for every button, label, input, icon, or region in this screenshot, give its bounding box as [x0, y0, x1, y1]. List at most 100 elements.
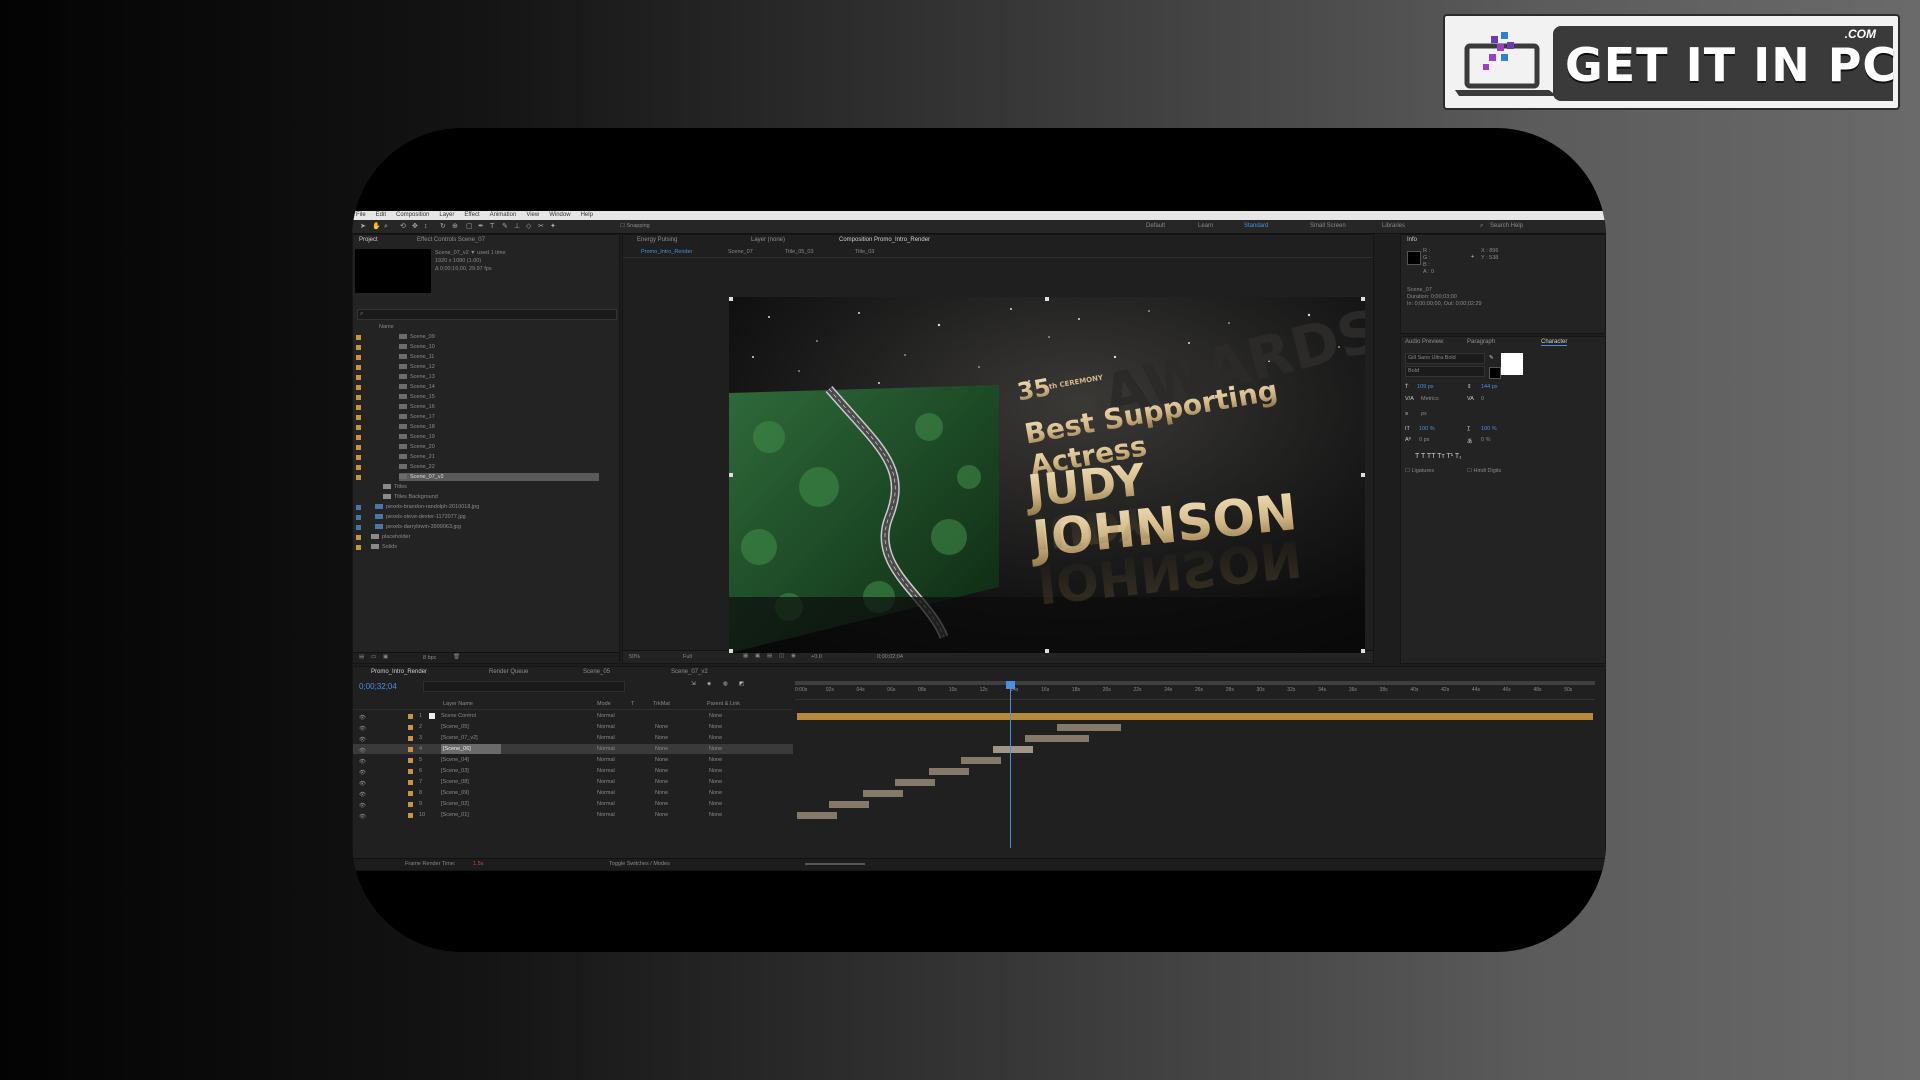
roto-tool-icon[interactable]: ✂	[538, 223, 545, 230]
label-color-swatch[interactable]	[356, 545, 361, 550]
anchor-tool-icon[interactable]: ⊕	[452, 223, 459, 230]
baseline-shift-value[interactable]: 0 px	[1419, 437, 1429, 443]
tab-energy-pulsing[interactable]: Energy Pulsing	[637, 237, 677, 243]
layer-trkmat[interactable]: None	[655, 777, 668, 787]
layer-parent[interactable]: None	[709, 810, 722, 820]
track-area[interactable]	[795, 701, 1595, 821]
list-item[interactable]: Scene_22	[399, 463, 435, 471]
bpc-indicator[interactable]: 8 bpc	[423, 655, 436, 661]
column-name-header[interactable]: Name	[379, 324, 394, 330]
snapping-checkbox[interactable]: ☐ Snapping	[620, 223, 650, 229]
tab-paragraph[interactable]: Paragraph	[1467, 339, 1495, 345]
layer-name[interactable]: [Scene_08]	[441, 777, 469, 787]
trash-icon[interactable]: 🗑	[453, 654, 460, 660]
layer-name[interactable]: [Scene_04]	[441, 755, 469, 765]
label-color-swatch[interactable]	[408, 725, 413, 730]
dolly-tool-icon[interactable]: ↕	[424, 223, 431, 230]
breadcrumb[interactable]: Promo_Intro_Render	[641, 249, 692, 255]
new-folder-icon[interactable]: ▭	[371, 654, 376, 660]
layer-parent[interactable]: None	[709, 777, 722, 787]
label-color-swatch[interactable]	[408, 714, 413, 719]
layer-mode[interactable]: Normal	[597, 722, 615, 732]
layer-trkmat[interactable]: None	[655, 755, 668, 765]
playhead[interactable]	[1010, 683, 1011, 848]
label-color-swatch[interactable]	[408, 758, 413, 763]
layer-bar-scene-control[interactable]	[797, 713, 1593, 720]
table-row[interactable]: 👁 2 [Scene_05] Normal None None	[353, 722, 793, 732]
label-color-swatch[interactable]	[356, 365, 361, 370]
font-family-select[interactable]: Gill Sans Ultra Bold	[1405, 353, 1485, 364]
table-row[interactable]: 👁 10 [Scene_01] Normal None None	[353, 810, 793, 820]
orbit-tool-icon[interactable]: ⟲	[400, 223, 407, 230]
layer-bar[interactable]	[829, 801, 869, 808]
search-help-label[interactable]: Search Help	[1490, 223, 1523, 229]
eraser-tool-icon[interactable]: ◇	[526, 223, 533, 230]
table-row[interactable]: 👁 8 [Scene_09] Normal None None	[353, 788, 793, 798]
file-item[interactable]: pexels-darrylirwin-3999063.jpg	[375, 523, 461, 531]
camera-icon[interactable]: ◉	[791, 653, 796, 659]
label-color-swatch[interactable]	[356, 515, 361, 520]
label-color-swatch[interactable]	[356, 355, 361, 360]
list-item[interactable]: Scene_18	[399, 423, 435, 431]
timeline-search-input[interactable]	[423, 681, 625, 692]
layer-mode[interactable]: Normal	[597, 766, 615, 776]
font-size-value[interactable]: 109 px	[1417, 384, 1434, 390]
tab-info[interactable]: Info	[1407, 237, 1417, 243]
brush-tool-icon[interactable]: ✎	[502, 223, 509, 230]
column-trkmat[interactable]: TrkMat	[653, 701, 670, 707]
zoom-tool-icon[interactable]: ⌕	[384, 223, 391, 230]
stamp-tool-icon[interactable]: ⊥	[514, 223, 521, 230]
layer-trkmat[interactable]: None	[655, 733, 668, 743]
menu-effect[interactable]: Effect	[464, 211, 479, 220]
toggle-switches-modes[interactable]: Toggle Switches / Modes	[609, 861, 670, 867]
label-color-swatch[interactable]	[356, 435, 361, 440]
eyedropper-icon[interactable]: ✎	[1489, 355, 1494, 361]
table-row[interactable]: 👁 6 [Scene_03] Normal None None	[353, 766, 793, 776]
column-parent[interactable]: Parent & Link	[707, 701, 740, 707]
label-color-swatch[interactable]	[356, 425, 361, 430]
layer-mode[interactable]: Normal	[597, 799, 615, 809]
layer-bar[interactable]	[895, 779, 935, 786]
label-color-swatch[interactable]	[356, 415, 361, 420]
label-color-swatch[interactable]	[356, 385, 361, 390]
work-area-bar[interactable]	[795, 681, 1595, 685]
horizontal-scale-value[interactable]: 100 %	[1481, 426, 1497, 432]
layer-mode[interactable]: Normal	[597, 755, 615, 765]
column-t[interactable]: T	[631, 701, 634, 707]
stroke-color-swatch[interactable]	[1489, 367, 1501, 379]
layer-bar[interactable]	[961, 757, 1001, 764]
layer-trkmat[interactable]: None	[655, 744, 668, 754]
resolution-select[interactable]: Full	[683, 654, 692, 660]
folder-item[interactable]: Solids	[371, 543, 397, 551]
stroke-width-value[interactable]: px	[1421, 411, 1427, 417]
tab-promo-intro-render[interactable]: Promo_Intro_Render	[371, 669, 427, 675]
menu-composition[interactable]: Composition	[396, 211, 429, 220]
label-color-swatch[interactable]	[356, 395, 361, 400]
fill-color-swatch[interactable]	[1501, 353, 1523, 375]
workspace-learn[interactable]: Learn	[1198, 223, 1213, 229]
layer-name[interactable]: [Scene_05]	[441, 722, 469, 732]
mask-visibility-icon[interactable]: ◫	[779, 653, 784, 659]
tracking-value[interactable]: 0	[1481, 396, 1484, 402]
layer-name[interactable]: Scene Control	[441, 711, 476, 721]
time-ruler[interactable]: 0:00s 02s 04s 06s 08s 10s 12s 14s 16s 18s 20s 22s 24…	[795, 681, 1595, 700]
tab-composition[interactable]: Composition Promo_Intro_Render	[839, 237, 930, 243]
grid-icon[interactable]: ▦	[743, 653, 748, 659]
workspace-small-screen[interactable]: Small Screen	[1310, 223, 1346, 229]
kerning-value[interactable]: Metrics	[1421, 396, 1439, 402]
layer-parent[interactable]: None	[709, 733, 722, 743]
table-row[interactable]: 👁 9 [Scene_02] Normal None None	[353, 799, 793, 809]
menu-help[interactable]: Help	[581, 211, 593, 220]
zoom-slider[interactable]	[805, 863, 865, 865]
layer-name[interactable]: [Scene_02]	[441, 799, 469, 809]
type-tool-icon[interactable]: T	[490, 223, 497, 230]
ligatures-checkbox[interactable]: ☐ Ligatures	[1405, 468, 1434, 474]
list-item[interactable]: Scene_15	[399, 393, 435, 401]
hand-tool-icon[interactable]: ✋	[372, 223, 381, 230]
project-search-input[interactable]: ⌕	[357, 309, 617, 320]
folder-item[interactable]: Titles Background	[383, 493, 438, 501]
list-item[interactable]: Scene_14	[399, 383, 435, 391]
tab-layer[interactable]: Layer (none)	[751, 237, 785, 243]
motion-blur-icon[interactable]: ◍	[723, 681, 728, 687]
layer-bar[interactable]	[1025, 735, 1089, 742]
